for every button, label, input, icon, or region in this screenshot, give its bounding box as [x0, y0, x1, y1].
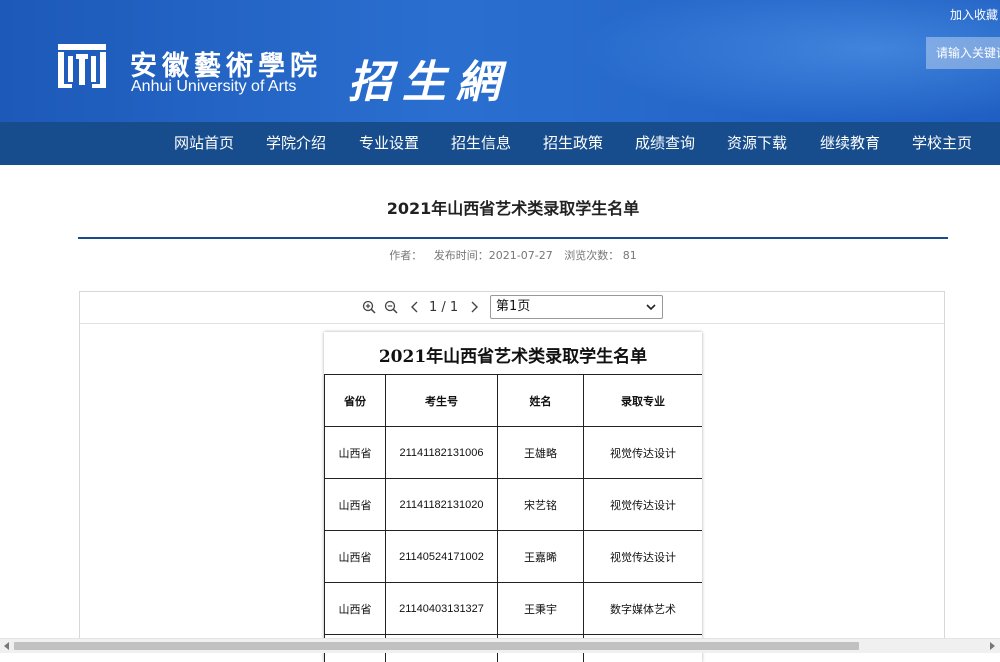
table-row: 山西省 21141182131006 王雄略 视觉传达设计: [325, 427, 703, 479]
column-header-major: 录取专业: [584, 375, 703, 427]
nav-item-admission-policy[interactable]: 招生政策: [543, 122, 603, 165]
cell-exam-number: 21140403131327: [386, 583, 498, 635]
table-row: 山西省 21140524171002 王嘉晞 视觉传达设计: [325, 531, 703, 583]
document-title: 2021年山西省艺术类录取学生名单: [324, 342, 702, 367]
admission-table: 省份 考生号 姓名 录取专业 山西省 21141182131006 王雄略 视觉…: [324, 374, 702, 662]
page-indicator: 1 / 1: [429, 292, 458, 323]
table-row: 山西省 21140403131327 王秉宇 数字媒体艺术: [325, 583, 703, 635]
cell-province: 山西省: [325, 583, 386, 635]
previous-page-button[interactable]: [405, 296, 425, 318]
article-meta: 作者： 发布时间：2021-07-27 浏览次数： 81: [78, 247, 948, 263]
cell-exam-number: 21141182131006: [386, 427, 498, 479]
nav-item-school-homepage[interactable]: 学校主页: [912, 122, 972, 165]
table-row: 山西省 21141182131020 宋艺铭 视觉传达设计: [325, 479, 703, 531]
pdf-page: 2021年山西省艺术类录取学生名单 省份 考生号 姓名 录取专业 山西省 211…: [324, 332, 702, 662]
cell-name: 宋艺铭: [498, 479, 584, 531]
cell-name: 王秉宇: [498, 583, 584, 635]
logo-english-name[interactable]: Anhui University of Arts: [131, 78, 296, 96]
search-input[interactable]: 请输入关键词: [926, 37, 1000, 69]
views-text: 浏览次数：: [564, 249, 619, 262]
nav-item-admission-info[interactable]: 招生信息: [451, 122, 511, 165]
nav-item-majors[interactable]: 专业设置: [359, 122, 419, 165]
cell-name: 王雄略: [498, 427, 584, 479]
chevron-right-icon: [469, 300, 479, 314]
next-page-button[interactable]: [464, 296, 484, 318]
cell-exam-number: 21141182131020: [386, 479, 498, 531]
add-favorite-link[interactable]: 加入收藏: [950, 6, 1000, 22]
cell-name: 王嘉晞: [498, 531, 584, 583]
page-select-value: 第1页: [496, 299, 530, 314]
nav-item-about[interactable]: 学院介绍: [266, 122, 326, 165]
cell-province: 山西省: [325, 531, 386, 583]
main-nav: 网站首页 学院介绍 专业设置 招生信息 招生政策 成绩查询 资源下载 继续教育 …: [0, 122, 1000, 165]
cell-province: 山西省: [325, 427, 386, 479]
title-divider: [78, 237, 948, 239]
cell-major: 视觉传达设计: [584, 479, 703, 531]
chevron-down-icon: [646, 303, 656, 311]
cell-major: 数字媒体艺术: [584, 583, 703, 635]
scroll-right-arrow-icon[interactable]: [990, 642, 995, 650]
cell-exam-number: 21140524171002: [386, 531, 498, 583]
views-label: 浏览次数： 81: [564, 249, 637, 262]
column-header-exam-number: 考生号: [386, 375, 498, 427]
article-title: 2021年山西省艺术类录取学生名单: [78, 195, 948, 219]
publish-date: 发布时间：2021-07-27: [434, 249, 553, 262]
nav-item-continuing-education[interactable]: 继续教育: [820, 122, 880, 165]
cell-major: 视觉传达设计: [584, 427, 703, 479]
chevron-left-icon: [410, 300, 420, 314]
page-select[interactable]: 第1页: [490, 295, 663, 319]
scrollbar-thumb[interactable]: [14, 642, 859, 650]
zoom-out-button[interactable]: [381, 296, 401, 318]
column-header-province: 省份: [325, 375, 386, 427]
site-header: 安徽藝術學院 Anhui University of Arts 招生網 加入收藏…: [0, 0, 1000, 122]
university-logo-icon[interactable]: [56, 40, 108, 92]
cell-major: 视觉传达设计: [584, 531, 703, 583]
column-header-name: 姓名: [498, 375, 584, 427]
site-title: 招生網: [348, 46, 510, 110]
horizontal-scrollbar[interactable]: [0, 638, 1000, 653]
nav-item-score-query[interactable]: 成绩查询: [635, 122, 695, 165]
author-label: 作者：: [389, 249, 422, 262]
zoom-out-icon: [384, 300, 398, 314]
nav-item-downloads[interactable]: 资源下载: [727, 122, 787, 165]
table-header-row: 省份 考生号 姓名 录取专业: [325, 375, 703, 427]
pdf-viewer: 1 / 1 第1页 2021年山西省艺术类录取学生名单 省份 考生号 姓名 录取…: [79, 291, 945, 652]
cell-province: 山西省: [325, 479, 386, 531]
pdf-toolbar: 1 / 1 第1页: [80, 292, 944, 324]
nav-item-home[interactable]: 网站首页: [174, 122, 234, 165]
zoom-in-icon: [362, 300, 376, 314]
zoom-in-button[interactable]: [359, 296, 379, 318]
views-count: 81: [623, 249, 637, 262]
scroll-left-arrow-icon[interactable]: [4, 642, 9, 650]
